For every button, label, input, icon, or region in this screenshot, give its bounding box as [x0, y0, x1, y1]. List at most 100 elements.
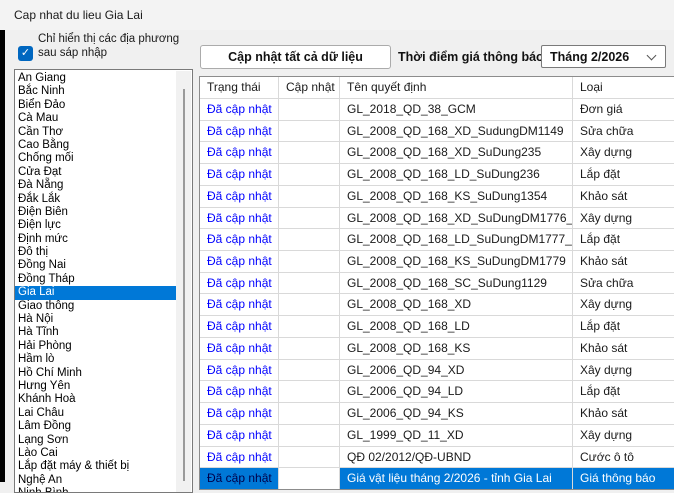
table-row[interactable]: Đã cập nhật GL_2008_QD_168_LD_SuDung236 …	[200, 164, 674, 186]
province-list-item[interactable]: Bắc Ninh	[15, 85, 176, 98]
table-row[interactable]: Đã cập nhật GL_2008_QD_168_XD_SudungDM11…	[200, 121, 674, 143]
col-header-type[interactable]: Loại	[573, 77, 674, 99]
row-update-cell[interactable]	[279, 316, 340, 338]
table-row[interactable]: Đã cập nhật GL_2006_QD_94_KS Khảo sát	[200, 403, 674, 425]
row-status[interactable]: Đã cập nhật	[200, 164, 279, 186]
row-update-cell[interactable]	[279, 164, 340, 186]
province-list-item[interactable]: Cà Mau	[15, 112, 176, 125]
province-list-item[interactable]: Đồng Tháp	[15, 273, 176, 286]
row-update-cell[interactable]	[279, 447, 340, 469]
row-status[interactable]: Đã cập nhật	[200, 468, 279, 490]
province-list-item[interactable]: Giao thông	[15, 300, 176, 313]
row-update-cell[interactable]	[279, 142, 340, 164]
row-update-cell[interactable]	[279, 468, 340, 490]
table-row[interactable]: Đã cập nhật GL_2008_QD_168_XD Xây dựng	[200, 294, 674, 316]
province-list-item[interactable]: Cao Bằng	[15, 139, 176, 152]
row-update-cell[interactable]	[279, 186, 340, 208]
col-header-status[interactable]: Trạng thái	[200, 77, 279, 99]
checkbox-checked-icon[interactable]: ✓	[18, 46, 33, 61]
row-status[interactable]: Đã cập nhật	[200, 381, 279, 403]
row-status[interactable]: Đã cập nhật	[200, 142, 279, 164]
row-status[interactable]: Đã cập nhật	[200, 251, 279, 273]
scrollbar-thumb[interactable]	[183, 89, 185, 481]
province-list-item[interactable]: Khánh Hoà	[15, 393, 176, 406]
province-list-item[interactable]: Đà Nẵng	[15, 179, 176, 192]
province-list-item[interactable]: Đắk Lắk	[15, 193, 176, 206]
province-list-item[interactable]: Lạng Sơn	[15, 434, 176, 447]
province-list-item[interactable]: Hà Nội	[15, 313, 176, 326]
col-header-name[interactable]: Tên quyết định	[340, 77, 573, 99]
table-row[interactable]: Đã cập nhật GL_2008_QD_168_XD_SuDung235 …	[200, 142, 674, 164]
row-status[interactable]: Đã cập nhật	[200, 229, 279, 251]
province-list-item[interactable]: Hầm lò	[15, 353, 176, 366]
province-list-item[interactable]: Điện lực	[15, 219, 176, 232]
row-update-cell[interactable]	[279, 121, 340, 143]
province-list-item[interactable]: Điện Biên	[15, 206, 176, 219]
row-update-cell[interactable]	[279, 273, 340, 295]
row-status[interactable]: Đã cập nhật	[200, 121, 279, 143]
province-list-item[interactable]: Lắp đặt máy & thiết bị	[15, 460, 176, 473]
row-type: Khảo sát	[573, 251, 674, 273]
update-all-button[interactable]: Cập nhật tất cả dữ liệu	[200, 45, 391, 69]
row-update-cell[interactable]	[279, 381, 340, 403]
table-row[interactable]: Đã cập nhật Giá vật liệu tháng 2/2026 - …	[200, 468, 674, 490]
province-listbox[interactable]: An GiangBắc NinhBiển ĐảoCà MauCần ThơCao…	[14, 69, 193, 493]
row-update-cell[interactable]	[279, 425, 340, 447]
row-update-cell[interactable]	[279, 360, 340, 382]
row-status[interactable]: Đã cập nhật	[200, 316, 279, 338]
province-list-item[interactable]: Biển Đảo	[15, 99, 176, 112]
row-status[interactable]: Đã cập nhật	[200, 99, 279, 121]
province-list-item[interactable]: Cần Thơ	[15, 126, 176, 139]
province-list-item[interactable]: Định mức	[15, 233, 176, 246]
table-row[interactable]: Đã cập nhật GL_2008_QD_168_KS_SuDungDM17…	[200, 251, 674, 273]
province-list-item[interactable]: Đô thị	[15, 246, 176, 259]
row-update-cell[interactable]	[279, 251, 340, 273]
table-row[interactable]: Đã cập nhật GL_2008_QD_168_SC_SuDung1129…	[200, 273, 674, 295]
table-row[interactable]: Đã cập nhật GL_2008_QD_168_KS_SuDung1354…	[200, 186, 674, 208]
province-list-item[interactable]: Hồ Chí Minh	[15, 367, 176, 380]
row-status[interactable]: Đã cập nhật	[200, 208, 279, 230]
province-list-item[interactable]: Chống mối	[15, 152, 176, 165]
row-decision-name: GL_2008_QD_168_KS_SuDung1354	[340, 186, 573, 208]
table-row[interactable]: Đã cập nhật GL_2018_QD_38_GCM Đơn giá	[200, 99, 674, 121]
table-row[interactable]: Đã cập nhật GL_2008_QD_168_XD_SuDungDM17…	[200, 208, 674, 230]
col-header-update[interactable]: Cập nhật	[279, 77, 340, 99]
row-status[interactable]: Đã cập nhật	[200, 338, 279, 360]
filter-checkbox-label[interactable]: Chỉ hiển thị các địa phương sau sáp nhập	[38, 33, 190, 60]
province-list-item[interactable]: Hà Tĩnh	[15, 326, 176, 339]
row-update-cell[interactable]	[279, 403, 340, 425]
table-row[interactable]: Đã cập nhật GL_1999_QD_11_XD Xây dựng	[200, 425, 674, 447]
province-list-item[interactable]: Hải Phòng	[15, 340, 176, 353]
province-list-item[interactable]: Cửa Đạt	[15, 166, 176, 179]
province-list-item[interactable]: Ninh Bình	[15, 487, 176, 493]
row-update-cell[interactable]	[279, 229, 340, 251]
row-status[interactable]: Đã cập nhật	[200, 425, 279, 447]
row-status[interactable]: Đã cập nhật	[200, 447, 279, 469]
row-status[interactable]: Đã cập nhật	[200, 294, 279, 316]
province-list-item[interactable]: Lâm Đồng	[15, 420, 176, 433]
row-status[interactable]: Đã cập nhật	[200, 360, 279, 382]
price-time-value: Tháng 2/2026	[550, 50, 629, 64]
table-row[interactable]: Đã cập nhật QĐ 02/2012/QĐ-UBND Cước ô tô	[200, 447, 674, 469]
row-status[interactable]: Đã cập nhật	[200, 273, 279, 295]
table-row[interactable]: Đã cập nhật GL_2008_QD_168_LD Lắp đặt	[200, 316, 674, 338]
table-row[interactable]: Đã cập nhật GL_2006_QD_94_LD Lắp đặt	[200, 381, 674, 403]
row-update-cell[interactable]	[279, 208, 340, 230]
province-list-item[interactable]: Hưng Yên	[15, 380, 176, 393]
row-status[interactable]: Đã cập nhật	[200, 186, 279, 208]
table-row[interactable]: Đã cập nhật GL_2008_QD_168_LD_SuDungDM17…	[200, 229, 674, 251]
province-list-item[interactable]: Lào Cai	[15, 447, 176, 460]
table-row[interactable]: Đã cập nhật GL_2006_QD_94_XD Xây dựng	[200, 360, 674, 382]
province-list-item[interactable]: Gia Lai	[15, 286, 176, 299]
row-status[interactable]: Đã cập nhật	[200, 403, 279, 425]
table-row[interactable]: Đã cập nhật GL_2008_QD_168_KS Khảo sát	[200, 338, 674, 360]
row-update-cell[interactable]	[279, 294, 340, 316]
province-list-item[interactable]: Nghệ An	[15, 474, 176, 487]
province-list-item[interactable]: Lai Châu	[15, 407, 176, 420]
row-update-cell[interactable]	[279, 99, 340, 121]
province-list-item[interactable]: An Giang	[15, 72, 176, 85]
price-time-combobox[interactable]: Tháng 2/2026	[541, 45, 666, 68]
province-list-item[interactable]: Đồng Nai	[15, 259, 176, 272]
row-update-cell[interactable]	[279, 338, 340, 360]
province-list-scrollbar[interactable]	[176, 71, 191, 493]
